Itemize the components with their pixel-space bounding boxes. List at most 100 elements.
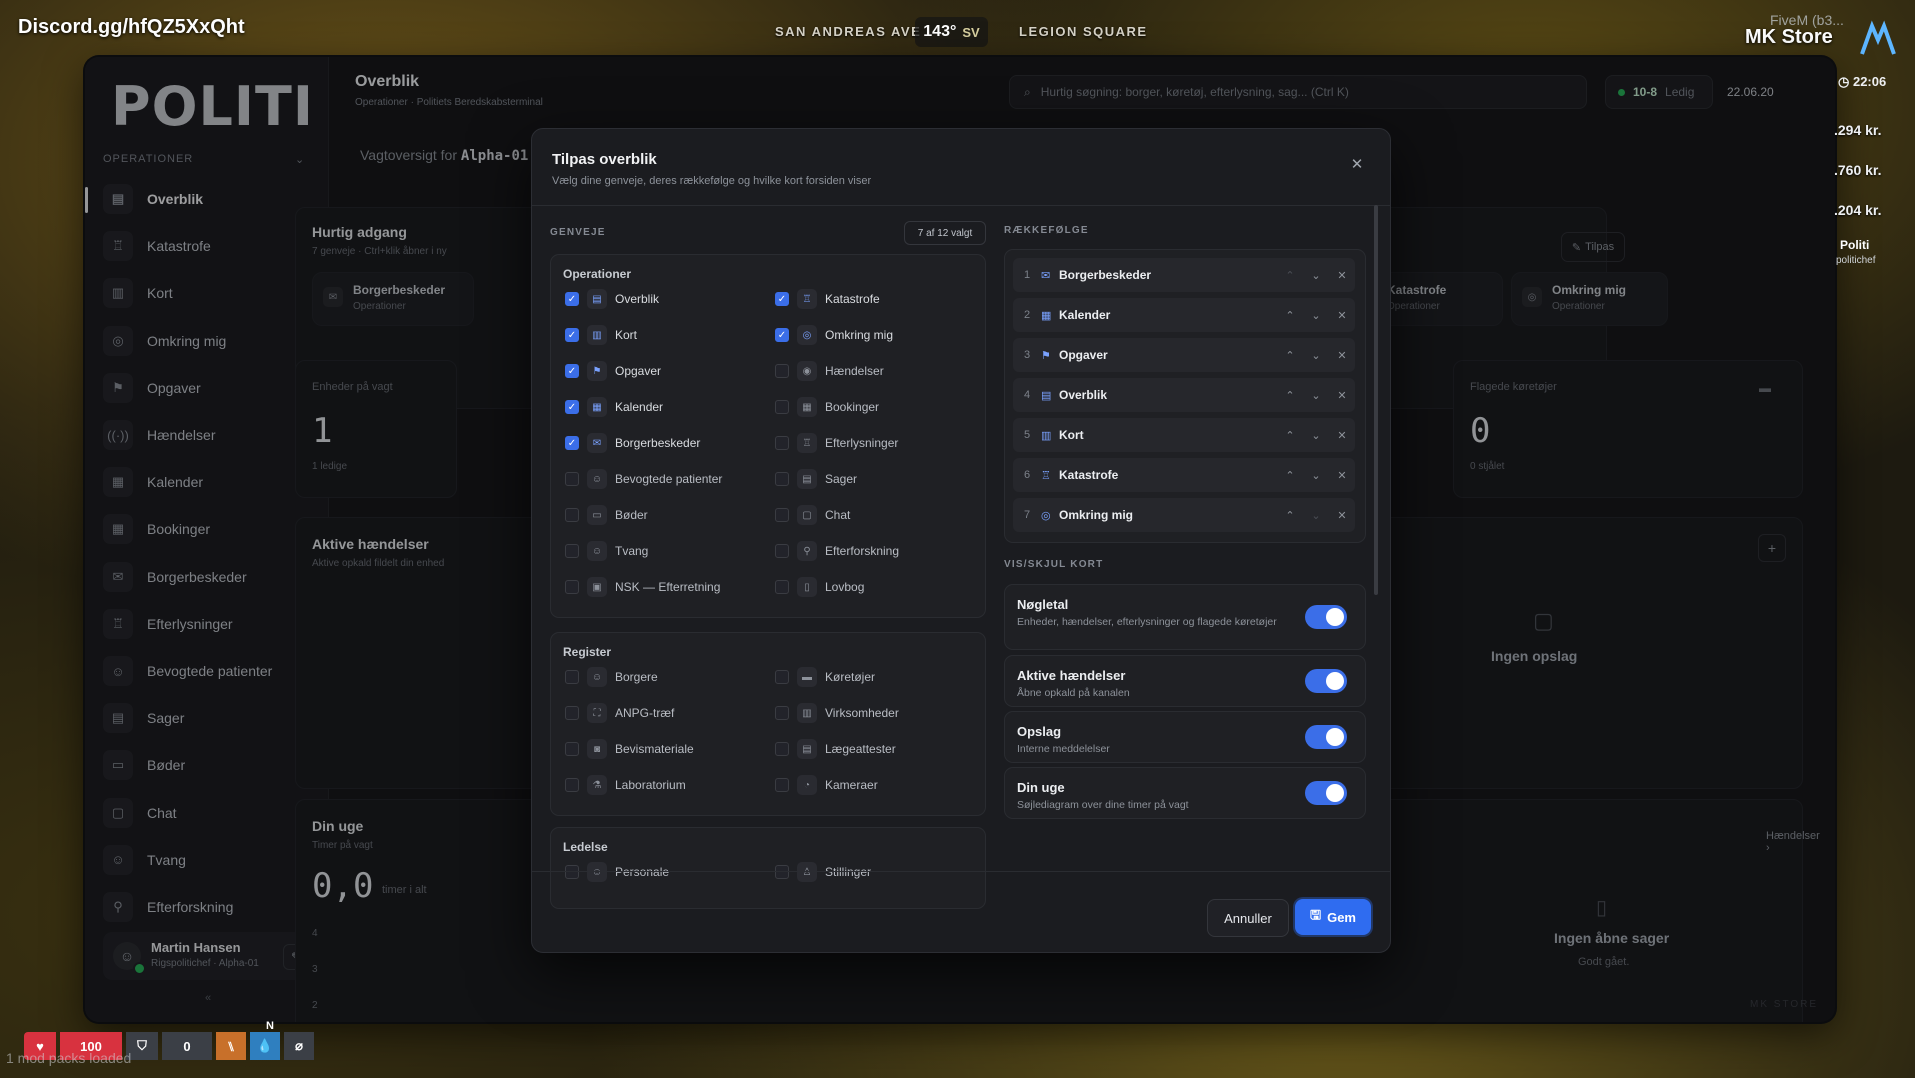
shortcut-option[interactable]: ♙ Stillinger bbox=[775, 860, 871, 884]
scrollbar[interactable] bbox=[1374, 205, 1378, 595]
checkbox[interactable] bbox=[565, 544, 579, 558]
move-down-icon[interactable]: ⌄ bbox=[1303, 309, 1329, 322]
clock: ◷ 22:06 bbox=[1838, 74, 1886, 90]
move-up-icon[interactable]: ⌃ bbox=[1277, 269, 1303, 282]
toggle-switch[interactable] bbox=[1305, 605, 1347, 629]
shortcut-option[interactable]: ☺ Tvang bbox=[565, 539, 648, 563]
shortcut-option[interactable]: ✓ ▥ Kort bbox=[565, 323, 637, 347]
move-up-icon[interactable]: ⌃ bbox=[1277, 509, 1303, 522]
shortcut-option[interactable]: ▤ Lægeattester bbox=[775, 737, 896, 761]
shortcut-option[interactable]: ▯ Lovbog bbox=[775, 575, 864, 599]
shortcut-label: Virksomheder bbox=[825, 706, 899, 720]
order-row[interactable]: 2 ▦ Kalender ⌃ ⌄ ✕ bbox=[1013, 298, 1355, 332]
toggle-switch[interactable] bbox=[1305, 669, 1347, 693]
checkbox[interactable]: ✓ bbox=[565, 328, 579, 342]
shortcut-option[interactable]: ⚗ Laboratorium bbox=[565, 773, 686, 797]
shortcut-option[interactable]: ◉ Hændelser bbox=[775, 359, 884, 383]
cancel-button[interactable]: Annuller bbox=[1207, 899, 1289, 937]
checkbox[interactable] bbox=[565, 865, 579, 879]
move-down-icon[interactable]: ⌄ bbox=[1303, 349, 1329, 362]
checkbox[interactable] bbox=[775, 742, 789, 756]
remove-icon[interactable]: ✕ bbox=[1329, 389, 1355, 402]
shortcut-option[interactable]: ◙ Bevismateriale bbox=[565, 737, 694, 761]
checkbox[interactable]: ✓ bbox=[565, 364, 579, 378]
checkbox[interactable] bbox=[775, 544, 789, 558]
order-row[interactable]: 7 ◎ Omkring mig ⌃ ⌄ ✕ bbox=[1013, 498, 1355, 532]
shortcut-option[interactable]: ☺ Borgere bbox=[565, 665, 658, 689]
shortcut-group-2: Ledelse ☺ Personale ♙ Stillinger bbox=[550, 827, 986, 909]
shortcut-option[interactable]: ☺ Personale bbox=[565, 860, 669, 884]
move-down-icon[interactable]: ⌄ bbox=[1303, 389, 1329, 402]
checkbox[interactable] bbox=[565, 742, 579, 756]
checkbox[interactable] bbox=[775, 670, 789, 684]
shortcut-option[interactable]: ✓ ⚑ Opgaver bbox=[565, 359, 661, 383]
checkbox[interactable]: ✓ bbox=[775, 328, 789, 342]
checkbox[interactable] bbox=[775, 400, 789, 414]
order-row[interactable]: 1 ✉ Borgerbeskeder ⌃ ⌄ ✕ bbox=[1013, 258, 1355, 292]
checkbox[interactable] bbox=[565, 472, 579, 486]
remove-icon[interactable]: ✕ bbox=[1329, 429, 1355, 442]
shortcut-option[interactable]: ◔ Kameraer bbox=[775, 773, 878, 797]
checkbox[interactable]: ✓ bbox=[565, 292, 579, 306]
checkbox[interactable] bbox=[775, 472, 789, 486]
shortcut-option[interactable]: ✓ ◎ Omkring mig bbox=[775, 323, 893, 347]
shortcut-option[interactable]: ☺ Bevogtede patienter bbox=[565, 467, 722, 491]
move-up-icon[interactable]: ⌃ bbox=[1277, 349, 1303, 362]
shortcut-option[interactable]: ♖ Efterlysninger bbox=[775, 431, 898, 455]
order-row[interactable]: 3 ⚑ Opgaver ⌃ ⌄ ✕ bbox=[1013, 338, 1355, 372]
checkbox[interactable] bbox=[565, 508, 579, 522]
order-row[interactable]: 4 ▤ Overblik ⌃ ⌄ ✕ bbox=[1013, 378, 1355, 412]
checkbox[interactable] bbox=[775, 508, 789, 522]
move-down-icon[interactable]: ⌄ bbox=[1303, 269, 1329, 282]
shortcut-option[interactable]: ▢ Chat bbox=[775, 503, 850, 527]
close-icon[interactable]: ✕ bbox=[1347, 155, 1367, 175]
checkbox[interactable] bbox=[775, 436, 789, 450]
shortcut-option[interactable]: ✓ ▦ Kalender bbox=[565, 395, 663, 419]
checkbox[interactable] bbox=[565, 778, 579, 792]
shortcut-option[interactable]: ⚲ Efterforskning bbox=[775, 539, 899, 563]
move-down-icon[interactable]: ⌄ bbox=[1303, 429, 1329, 442]
shortcut-option[interactable]: ⛶ ANPG-træf bbox=[565, 701, 674, 725]
shortcut-option[interactable]: ✓ ♖ Katastrofe bbox=[775, 287, 880, 311]
shortcut-option[interactable]: ▭ Bøder bbox=[565, 503, 648, 527]
shortcut-option[interactable]: ▦ Bookinger bbox=[775, 395, 879, 419]
camera-icon: ◙ bbox=[587, 739, 607, 759]
move-down-icon[interactable]: ⌄ bbox=[1303, 469, 1329, 482]
move-up-icon[interactable]: ⌃ bbox=[1277, 429, 1303, 442]
checkbox[interactable] bbox=[775, 580, 789, 594]
shortcut-option[interactable]: ✓ ✉ Borgerbeskeder bbox=[565, 431, 700, 455]
shortcut-option[interactable]: ▤ Sager bbox=[775, 467, 857, 491]
move-up-icon[interactable]: ⌃ bbox=[1277, 469, 1303, 482]
layout-icon: ▤ bbox=[1041, 389, 1052, 402]
remove-icon[interactable]: ✕ bbox=[1329, 509, 1355, 522]
save-button[interactable]: 🖫 Gem bbox=[1295, 899, 1371, 935]
lab-icon: ⚗ bbox=[587, 775, 607, 795]
shortcut-option[interactable]: ▣ NSK — Efterretning bbox=[565, 575, 720, 599]
shortcut-option[interactable]: ✓ ▤ Overblik bbox=[565, 287, 659, 311]
checkbox[interactable] bbox=[565, 580, 579, 594]
move-down-icon[interactable]: ⌄ bbox=[1303, 509, 1329, 522]
checkbox[interactable] bbox=[565, 706, 579, 720]
checkbox[interactable] bbox=[565, 670, 579, 684]
checkbox[interactable] bbox=[775, 364, 789, 378]
toggle-switch[interactable] bbox=[1305, 725, 1347, 749]
order-row[interactable]: 6 ♖ Katastrofe ⌃ ⌄ ✕ bbox=[1013, 458, 1355, 492]
checkbox[interactable] bbox=[775, 706, 789, 720]
shortcut-option[interactable]: ▥ Virksomheder bbox=[775, 701, 899, 725]
order-row[interactable]: 5 ▥ Kort ⌃ ⌄ ✕ bbox=[1013, 418, 1355, 452]
checkbox[interactable] bbox=[775, 778, 789, 792]
checkbox[interactable] bbox=[775, 865, 789, 879]
shortcut-label: Hændelser bbox=[825, 364, 884, 378]
move-up-icon[interactable]: ⌃ bbox=[1277, 389, 1303, 402]
modal-title: Tilpas overblik bbox=[552, 151, 657, 168]
remove-icon[interactable]: ✕ bbox=[1329, 349, 1355, 362]
remove-icon[interactable]: ✕ bbox=[1329, 269, 1355, 282]
checkbox[interactable]: ✓ bbox=[565, 400, 579, 414]
checkbox[interactable]: ✓ bbox=[775, 292, 789, 306]
shortcut-option[interactable]: ▬ Køretøjer bbox=[775, 665, 875, 689]
toggle-switch[interactable] bbox=[1305, 781, 1347, 805]
remove-icon[interactable]: ✕ bbox=[1329, 469, 1355, 482]
checkbox[interactable]: ✓ bbox=[565, 436, 579, 450]
remove-icon[interactable]: ✕ bbox=[1329, 309, 1355, 322]
move-up-icon[interactable]: ⌃ bbox=[1277, 309, 1303, 322]
